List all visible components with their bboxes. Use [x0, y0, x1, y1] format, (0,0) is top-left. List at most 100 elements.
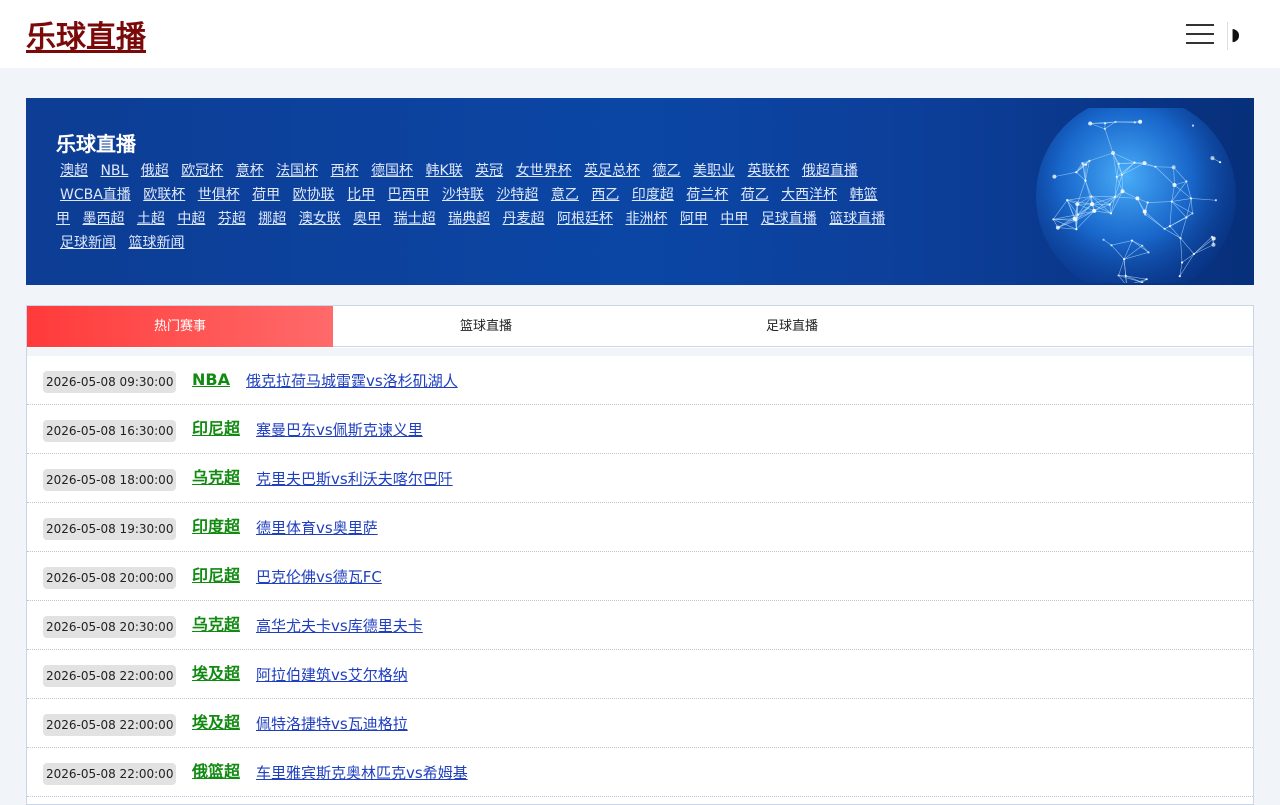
league-link[interactable]: 埃及超: [192, 662, 240, 686]
banner-league-link[interactable]: 沙特超: [496, 187, 538, 203]
globe-network-image: [1036, 108, 1246, 283]
tab-bar: 热门赛事篮球直播足球直播: [27, 306, 1253, 347]
match-row: 2026-05-08 20:30:00 乌克超高华尤夫卡vs库德里夫卡: [27, 601, 1253, 650]
match-title-link[interactable]: 德里体育vs奥里萨: [256, 516, 378, 540]
match-time: 2026-05-08 22:00:00: [43, 763, 176, 785]
banner-league-link[interactable]: 土超: [137, 211, 165, 227]
tab-basketball[interactable]: 篮球直播: [333, 306, 639, 347]
match-title-link[interactable]: 塞曼巴东vs佩斯克谏义里: [256, 418, 423, 442]
half-moon-icon[interactable]: ◗: [1231, 24, 1247, 46]
banner-league-link[interactable]: 荷甲: [252, 187, 280, 203]
banner-league-link[interactable]: 俄超: [141, 163, 169, 179]
match-time: 2026-05-08 22:00:00: [43, 665, 176, 687]
header-divider: [1227, 22, 1228, 50]
match-title-link[interactable]: 车里雅宾斯克奥林匹克vs希姆基: [256, 761, 468, 785]
match-row: 2026-05-08 22:00:00 埃及超阿拉伯建筑vs艾尔格纳: [27, 650, 1253, 699]
banner-league-link[interactable]: 西杯: [331, 163, 359, 179]
match-title-link[interactable]: 阿拉伯建筑vs艾尔格纳: [256, 663, 408, 687]
banner-league-link[interactable]: 意杯: [236, 163, 264, 179]
match-time: 2026-05-08 18:00:00: [43, 469, 176, 491]
league-link[interactable]: 印尼超: [192, 417, 240, 441]
banner-league-link[interactable]: 大西洋杯: [781, 187, 837, 203]
banner-league-link[interactable]: 西乙: [591, 187, 619, 203]
banner-league-link[interactable]: 世俱杯: [198, 187, 240, 203]
banner-league-link[interactable]: 芬超: [218, 211, 246, 227]
banner-league-link[interactable]: 美职业: [693, 163, 735, 179]
banner-league-link[interactable]: 中甲: [720, 211, 748, 227]
league-link-list: 澳超 NBL 俄超 欧冠杯 意杯 法国杯 西杯 德国杯 韩K联 英冠 女世界杯 …: [56, 159, 891, 255]
hamburger-menu-icon[interactable]: [1186, 24, 1216, 46]
banner-league-link[interactable]: 中超: [177, 211, 205, 227]
match-title-link[interactable]: 克里夫巴斯vs利沃夫喀尔巴阡: [256, 467, 453, 491]
league-link[interactable]: 埃及超: [192, 711, 240, 735]
match-list: 2026-05-08 09:30:00NBA俄克拉荷马城雷霆vs洛杉矶湖人202…: [27, 356, 1253, 797]
match-row: 2026-05-08 22:00:00 俄篮超车里雅宾斯克奥林匹克vs希姆基: [27, 748, 1253, 797]
league-link[interactable]: NBA: [192, 368, 230, 392]
match-time: 2026-05-08 22:00:00: [43, 714, 176, 736]
tab-hot[interactable]: 热门赛事: [27, 306, 333, 347]
banner-league-link[interactable]: 荷兰杯: [686, 187, 728, 203]
league-link[interactable]: 印度超: [192, 515, 240, 539]
banner-league-link[interactable]: 篮球直播: [829, 211, 885, 227]
banner-league-link[interactable]: 阿甲: [680, 211, 708, 227]
banner-league-link[interactable]: NBL: [100, 163, 128, 179]
banner-league-link[interactable]: 比甲: [347, 187, 375, 203]
banner-league-link[interactable]: 印度超: [632, 187, 674, 203]
banner-league-link[interactable]: 奥甲: [353, 211, 381, 227]
match-time: 2026-05-08 19:30:00: [43, 518, 176, 540]
match-panel: 热门赛事篮球直播足球直播 2026-05-08 09:30:00 NBA 俄克拉荷马…: [26, 305, 1254, 805]
banner-league-link[interactable]: 英足总杯: [584, 163, 640, 179]
match-title-link[interactable]: 巴克伦佛vs德瓦FC: [256, 565, 382, 589]
banner-league-link[interactable]: 足球直播: [761, 211, 817, 227]
banner-league-link[interactable]: 篮球新闻: [128, 235, 184, 251]
top-header: 乐球直播 ◗: [0, 0, 1280, 68]
banner-league-link[interactable]: 女世界杯: [516, 163, 572, 179]
match-time: 2026-05-08 09:30:00: [43, 371, 176, 393]
banner-title: 乐球直播: [56, 128, 136, 157]
banner-league-link[interactable]: 俄超直播: [802, 163, 858, 179]
banner-league-link[interactable]: 德国杯: [371, 163, 413, 179]
banner-league-link[interactable]: 德乙: [653, 163, 681, 179]
banner-league-link[interactable]: 韩K联: [426, 163, 463, 179]
league-link[interactable]: 乌克超: [192, 613, 240, 637]
banner-league-link[interactable]: 阿根廷杯: [557, 211, 613, 227]
banner-league-link[interactable]: 法国杯: [276, 163, 318, 179]
banner-league-link[interactable]: 英联杯: [747, 163, 789, 179]
league-link[interactable]: 俄篮超: [192, 760, 240, 784]
tab-football[interactable]: 足球直播: [639, 306, 945, 347]
banner-league-link[interactable]: 巴西甲: [388, 187, 430, 203]
banner-league-link[interactable]: 挪超: [258, 211, 286, 227]
banner-league-link[interactable]: 欧协联: [293, 187, 335, 203]
banner-league-link[interactable]: 丹麦超: [503, 211, 545, 227]
tab-spacer: [27, 348, 1253, 356]
site-logo[interactable]: 乐球直播: [26, 12, 146, 56]
banner-league-link[interactable]: 沙特联: [442, 187, 484, 203]
match-row: 2026-05-08 18:00:00 乌克超克里夫巴斯vs利沃夫喀尔巴阡: [27, 454, 1253, 503]
banner-league-link[interactable]: 非洲杯: [625, 211, 667, 227]
match-row: 2026-05-08 19:30:00 印度超德里体育vs奥里萨: [27, 503, 1253, 552]
match-title-link[interactable]: 佩特洛捷特vs瓦迪格拉: [256, 712, 408, 736]
banner-league-link[interactable]: 荷乙: [741, 187, 769, 203]
banner-league-link[interactable]: 足球新闻: [60, 235, 116, 251]
match-row: 2026-05-08 20:00:00 印尼超巴克伦佛vs德瓦FC: [27, 552, 1253, 601]
match-row: 2026-05-08 22:00:00 埃及超佩特洛捷特vs瓦迪格拉: [27, 699, 1253, 748]
match-row: 2026-05-08 09:30:00 NBA 俄克拉荷马城雷霆vs洛杉矶湖人: [27, 356, 1253, 405]
match-time: 2026-05-08 16:30:00: [43, 420, 176, 442]
league-link[interactable]: 乌克超: [192, 466, 240, 490]
banner-league-link[interactable]: 欧冠杯: [181, 163, 223, 179]
banner-league-link[interactable]: 英冠: [475, 163, 503, 179]
match-time: 2026-05-08 20:00:00: [43, 567, 176, 589]
hero-banner: 乐球直播 澳超 NBL 俄超 欧冠杯 意杯 法国杯 西杯 德国杯 韩K联 英冠 …: [26, 98, 1254, 285]
banner-league-link[interactable]: 瑞士超: [394, 211, 436, 227]
banner-league-link[interactable]: 澳超: [60, 163, 88, 179]
banner-league-link[interactable]: 墨西超: [82, 211, 124, 227]
banner-league-link[interactable]: 意乙: [551, 187, 579, 203]
match-title-link[interactable]: 俄克拉荷马城雷霆vs洛杉矶湖人: [246, 369, 458, 393]
match-time: 2026-05-08 20:30:00: [43, 616, 176, 638]
banner-league-link[interactable]: 澳女联: [299, 211, 341, 227]
banner-league-link[interactable]: 瑞典超: [448, 211, 490, 227]
match-title-link[interactable]: 高华尤夫卡vs库德里夫卡: [256, 614, 423, 638]
banner-league-link[interactable]: WCBA直播: [60, 187, 131, 203]
league-link[interactable]: 印尼超: [192, 564, 240, 588]
banner-league-link[interactable]: 欧联杯: [143, 187, 185, 203]
